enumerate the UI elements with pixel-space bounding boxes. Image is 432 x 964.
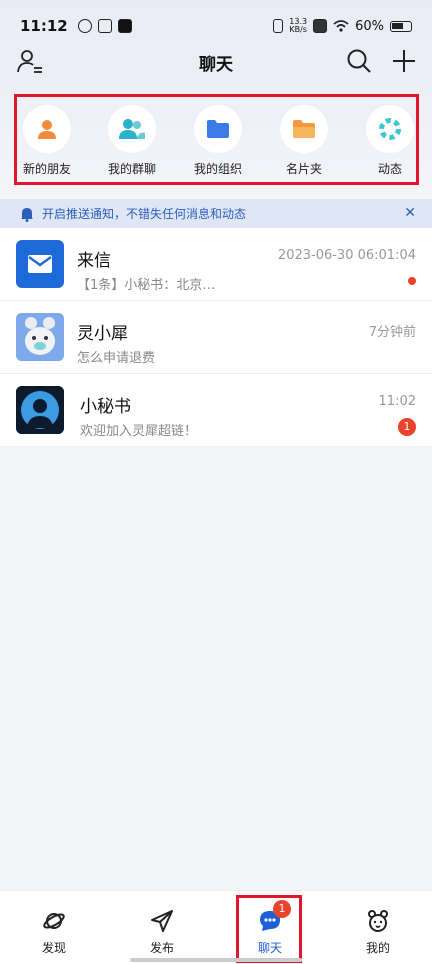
search-icon[interactable] — [346, 48, 372, 74]
ring-icon — [379, 118, 401, 140]
secretary-avatar — [16, 386, 64, 434]
tab-publish[interactable]: 发布 — [108, 891, 216, 964]
nav-bar: 聊天 — [0, 40, 432, 84]
bear-icon — [368, 910, 388, 932]
quick-action-new-friends[interactable]: 新的朋友 — [9, 105, 85, 177]
close-icon[interactable]: ✕ — [404, 205, 416, 221]
contacts-icon[interactable] — [16, 48, 44, 76]
quick-action-circle — [194, 105, 242, 153]
silhouette-icon — [16, 386, 64, 434]
send-icon — [151, 910, 173, 932]
tab-chat-badge: 1 — [273, 900, 291, 918]
quick-action-label: 动态 — [377, 162, 402, 176]
tab-bar: 发现 发布 聊天 我的 — [0, 890, 432, 964]
status-right: 13.3 KB/s 60% — [273, 18, 412, 34]
wifi-icon — [333, 20, 349, 32]
person-icon — [38, 120, 56, 139]
unread-dot — [408, 277, 416, 285]
battery-percent: 60% — [355, 18, 384, 34]
message-notification-icon — [97, 19, 112, 33]
net-speed-unit: KB/s — [289, 25, 307, 34]
group-icon — [119, 119, 145, 139]
status-time: 11:12 — [20, 17, 68, 35]
envelope-icon — [28, 255, 52, 273]
bear-mascot-icon — [16, 313, 64, 361]
quick-action-moments[interactable]: 动态 — [352, 105, 428, 177]
bell-icon — [21, 207, 33, 222]
chat-name: 小秘书 — [80, 397, 131, 417]
tab-label: 我的 — [365, 941, 390, 955]
quick-action-label: 我的组织 — [193, 162, 242, 176]
status-left: 11:12 — [20, 17, 132, 35]
quick-action-label: 新的朋友 — [22, 162, 71, 176]
add-icon[interactable] — [390, 47, 418, 75]
chat-preview: 怎么申请退费 — [77, 351, 156, 366]
folder-icon — [293, 120, 315, 138]
quick-action-organization[interactable]: 我的组织 — [180, 105, 256, 177]
page-title: 聊天 — [199, 54, 233, 75]
chat-time: 2023-06-30 06:01:04 — [277, 248, 416, 263]
home-indicator — [130, 958, 302, 962]
planet-icon — [43, 913, 65, 929]
quick-action-circle — [280, 105, 328, 153]
tab-discover[interactable]: 发现 — [0, 891, 108, 964]
chat-name: 灵小犀 — [77, 324, 128, 344]
quick-action-group-chats[interactable]: 我的群聊 — [94, 105, 170, 177]
notice-text: 开启推送通知，不错失任何消息和动态 — [42, 207, 247, 221]
mascot-avatar — [16, 313, 64, 361]
sim-icon — [313, 19, 328, 33]
active-tab-highlight — [236, 895, 302, 963]
quick-actions-highlight: 新的朋友 我的群聊 我的组织 名片夹 动态 — [14, 94, 419, 185]
folder-icon — [207, 120, 229, 138]
mail-avatar — [16, 240, 64, 288]
quick-action-card-holder[interactable]: 名片夹 — [266, 105, 342, 177]
quick-action-circle — [108, 105, 156, 153]
net-speed: 13.3 KB/s — [289, 18, 307, 34]
app-notification-icon — [77, 19, 92, 33]
quick-action-label: 我的群聊 — [107, 162, 156, 176]
quick-action-circle — [366, 105, 414, 153]
quick-action-label: 名片夹 — [285, 162, 322, 176]
unread-badge: 1 — [398, 418, 416, 436]
quick-action-circle — [23, 105, 71, 153]
tab-label: 发现 — [41, 941, 66, 955]
chat-row-mail[interactable]: 来信 【1条】小秘书：北京… 2023-06-30 06:01:04 — [0, 228, 432, 301]
chat-time: 7分钟前 — [368, 325, 416, 340]
chat-row-xiaomishu[interactable]: 小秘书 欢迎加入灵犀超链！ 11:02 1 — [0, 374, 432, 447]
chat-preview: 【1条】小秘书：北京… — [77, 278, 216, 293]
vibrate-icon — [273, 19, 284, 33]
chat-name: 来信 — [77, 251, 111, 271]
chat-list: 来信 【1条】小秘书：北京… 2023-06-30 06:01:04 灵小犀 怎… — [0, 228, 432, 447]
tiktok-icon — [117, 19, 132, 33]
chat-preview: 欢迎加入灵犀超链！ — [80, 424, 198, 439]
chat-time: 11:02 — [378, 394, 416, 409]
tab-profile[interactable]: 我的 — [324, 891, 432, 964]
chat-row-lingxiaoxi[interactable]: 灵小犀 怎么申请退费 7分钟前 — [0, 301, 432, 374]
tab-label: 发布 — [149, 941, 174, 955]
battery-icon — [390, 20, 412, 32]
push-notice-banner[interactable]: 开启推送通知，不错失任何消息和动态 ✕ — [0, 199, 432, 228]
